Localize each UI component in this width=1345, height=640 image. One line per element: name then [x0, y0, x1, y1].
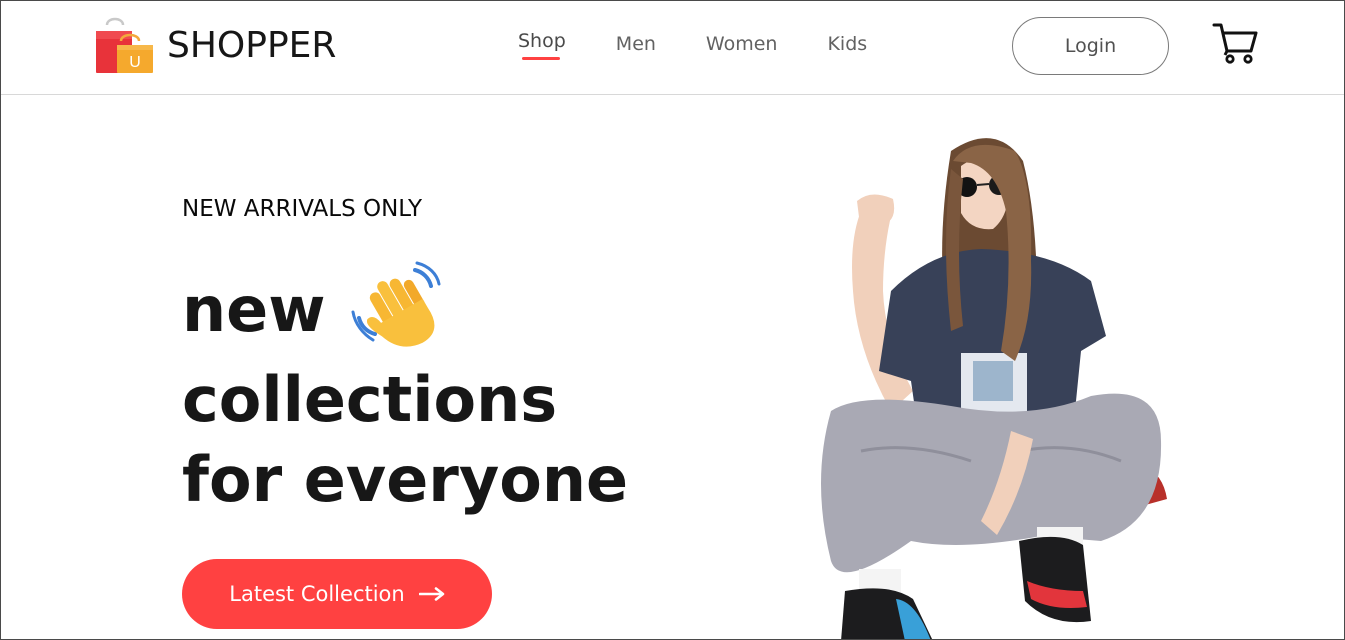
hero-line-1: new: [182, 260, 628, 360]
navbar: U SHOPPER Shop Men Women Kids Login: [1, 1, 1344, 95]
logo-badge-letter: U: [129, 54, 141, 71]
nav-item-label: Kids: [827, 33, 868, 55]
shopping-bag-icon: U: [96, 17, 153, 73]
nav-menu: Shop Men Women Kids: [518, 30, 867, 65]
nav-item-label: Men: [615, 33, 656, 55]
hero-line-3: for everyone: [182, 443, 629, 516]
hero-text: NEW ARRIVALS ONLY new collections for ev…: [182, 196, 628, 520]
nav-item-label: Women: [705, 33, 778, 55]
latest-collection-button[interactable]: Latest Collection: [182, 559, 492, 629]
nav-item-kids[interactable]: Kids: [827, 33, 867, 65]
login-button[interactable]: Login: [1012, 17, 1169, 75]
hero-model-image: [821, 138, 1167, 639]
nav-item-women[interactable]: Women: [706, 33, 778, 65]
arrow-right-icon: [418, 587, 445, 601]
nav-item-shop[interactable]: Shop: [518, 30, 566, 62]
brand-name: SHOPPER: [167, 24, 337, 66]
hero-headline-word: new: [182, 273, 326, 346]
brand-logo[interactable]: U SHOPPER: [93, 15, 336, 75]
nav-item-men[interactable]: Men: [616, 33, 656, 65]
hero-line-2: collections: [182, 363, 558, 436]
hero-kicker: NEW ARRIVALS ONLY: [182, 196, 423, 222]
waving-hand-icon: [351, 261, 441, 347]
cta-label: Latest Collection: [229, 582, 405, 606]
shopping-cart-icon[interactable]: [1211, 21, 1259, 65]
active-indicator: [522, 57, 560, 60]
nav-item-label: Shop: [518, 30, 566, 52]
app-window: U SHOPPER Shop Men Women Kids Login NEW …: [0, 0, 1345, 640]
